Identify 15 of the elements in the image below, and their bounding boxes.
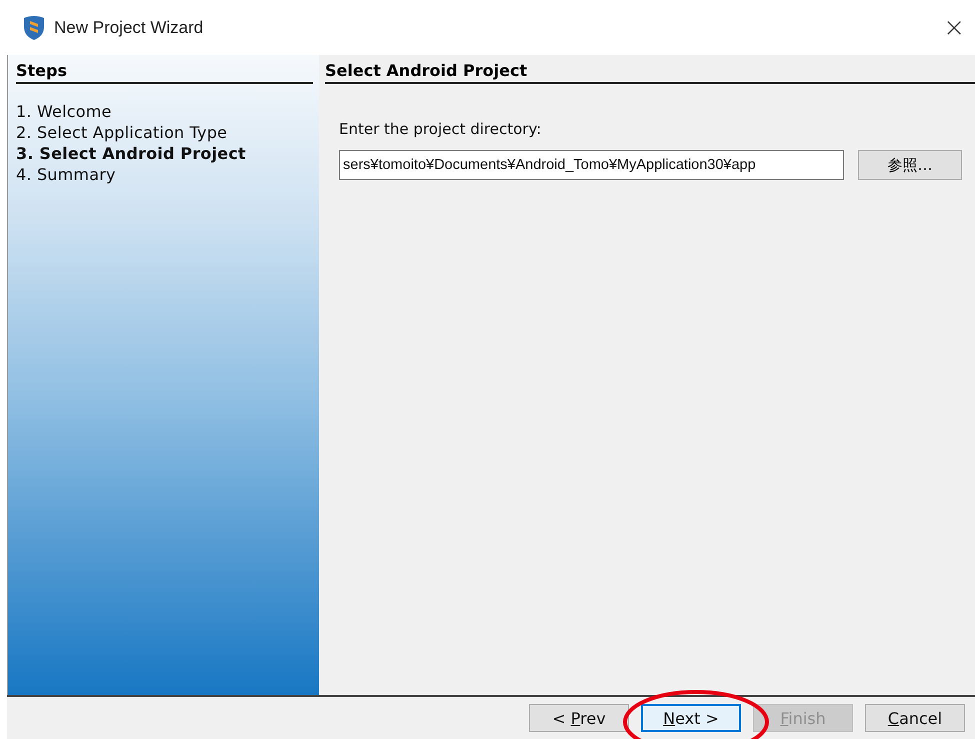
wizard-button[interactable]: Cancel [865,704,965,732]
shield-icon [22,14,46,40]
step-item: 3. Select Android Project [16,144,247,163]
wizard-button[interactable]: Next > [641,704,741,732]
panel-heading: Select Android Project [325,61,975,84]
wizard-button[interactable]: < Prev [529,704,629,732]
step-item: 4. Summary [16,165,117,184]
step-item: 1. Welcome [16,102,113,121]
directory-label: Enter the project directory: [339,120,542,138]
step-item: 2. Select Application Type [16,123,228,142]
directory-field[interactable]: sers¥tomoito¥Documents¥Android_Tomo¥MyApplication30¥app [339,150,844,180]
close-button[interactable]: × [943,14,965,40]
window-title: New Project Wizard [54,18,204,38]
browse-button[interactable]: 参照… [858,150,962,180]
steps-heading: Steps [16,61,313,84]
